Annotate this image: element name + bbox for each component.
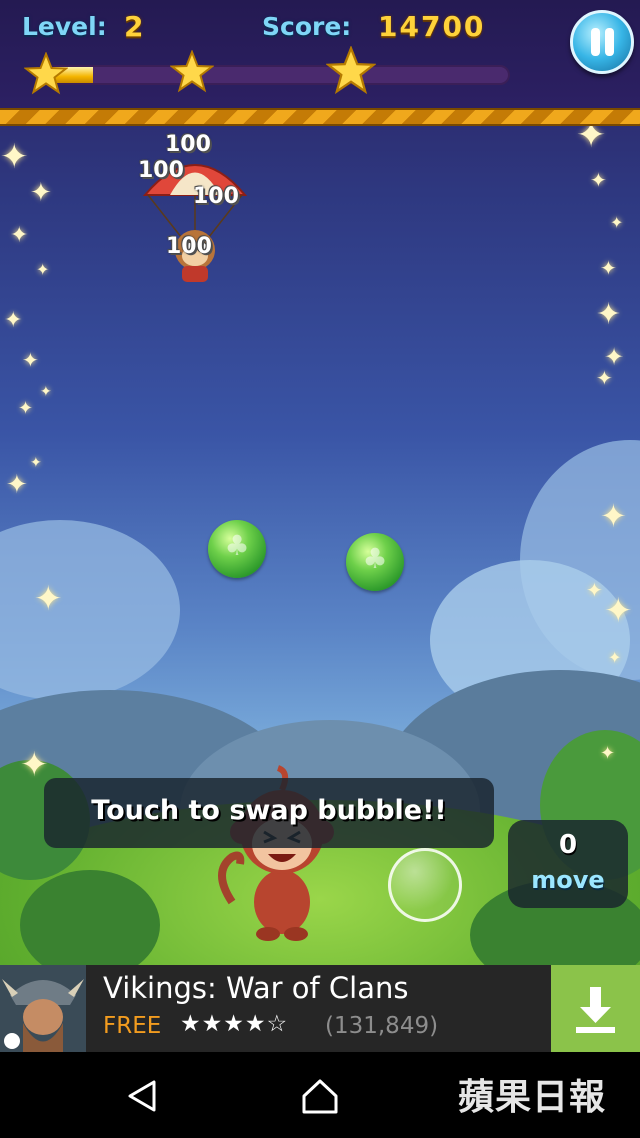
ad-rating-stars: ★★★★☆ (180, 1011, 289, 1037)
sparkle-icon: ✦ (600, 743, 616, 764)
cloud (0, 520, 180, 700)
sparkle-icon: ✦ (590, 168, 607, 192)
pause-icon (605, 28, 614, 56)
sparkle-icon: ✦ (604, 591, 633, 631)
ad-review-count: (131,849) (325, 1013, 439, 1039)
ad-app-icon[interactable] (0, 965, 86, 1052)
sparkle-icon: ✦ (608, 648, 622, 667)
score-popup: 100 (165, 132, 211, 157)
star-icon (170, 50, 214, 93)
score-progress-bar (45, 65, 510, 85)
sparkle-icon: ✦ (610, 213, 624, 232)
moves-count: 0 (558, 830, 578, 860)
hint-text: Touch to swap bubble!! (91, 795, 447, 826)
green-bubble: ♣ (346, 533, 404, 591)
sparkle-icon: ✦ (596, 297, 622, 332)
ad-banner[interactable]: Vikings: War of Clans FREE ★★★★☆ (131,84… (0, 965, 640, 1052)
sparkle-icon: ✦ (22, 348, 39, 372)
ad-title[interactable]: Vikings: War of Clans (103, 971, 408, 1005)
home-icon[interactable] (300, 1076, 340, 1116)
clover-icon: ♣ (224, 529, 250, 562)
level-label: Level: (22, 12, 107, 41)
sparkle-icon: ✦ (10, 223, 29, 248)
sparkle-icon: ✦ (34, 579, 63, 619)
sparkle-icon: ✦ (30, 455, 42, 471)
hint-banner: Touch to swap bubble!! (44, 778, 494, 848)
score-label: Score: (262, 12, 352, 41)
sparkle-icon: ✦ (600, 256, 617, 280)
shooter-bubble[interactable] (388, 848, 462, 922)
ad-price: FREE (103, 1013, 162, 1039)
star-icon (24, 52, 68, 95)
sparkle-icon: ✦ (6, 470, 28, 500)
score-popup: 100 (166, 234, 212, 259)
sparkle-icon: ✦ (40, 384, 52, 400)
sparkle-icon: ✦ (36, 260, 50, 279)
sparkle-icon: ✦ (586, 578, 603, 602)
sparkle-icon: ✦ (0, 137, 29, 177)
green-bubble: ♣ (208, 520, 266, 578)
sparkle-icon: ✦ (30, 178, 52, 208)
sparkle-icon: ✦ (600, 497, 627, 535)
sparkle-icon: ✦ (596, 366, 613, 390)
pause-button[interactable] (570, 10, 634, 74)
back-icon[interactable] (124, 1078, 160, 1114)
hud-divider (0, 108, 640, 126)
top-hud: Level: 2 Score: 14700 (0, 0, 640, 108)
download-icon (576, 987, 615, 1033)
ad-download-button[interactable] (551, 965, 640, 1052)
pause-icon (591, 28, 600, 56)
score-popup: 100 (138, 158, 184, 183)
sparkle-icon: ✦ (4, 308, 23, 333)
clover-icon: ♣ (362, 542, 388, 575)
score-value: 14700 (378, 10, 486, 43)
watermark-logo: 蘋果日報 (458, 1077, 607, 1118)
moves-label: move (531, 866, 605, 894)
star-icon (326, 46, 376, 95)
score-popup: 100 (193, 184, 239, 209)
level-value: 2 (124, 10, 146, 43)
moves-counter: 0 move (508, 820, 628, 908)
sparkle-icon: ✦ (18, 398, 34, 419)
sparkle-icon: ✦ (20, 745, 49, 785)
